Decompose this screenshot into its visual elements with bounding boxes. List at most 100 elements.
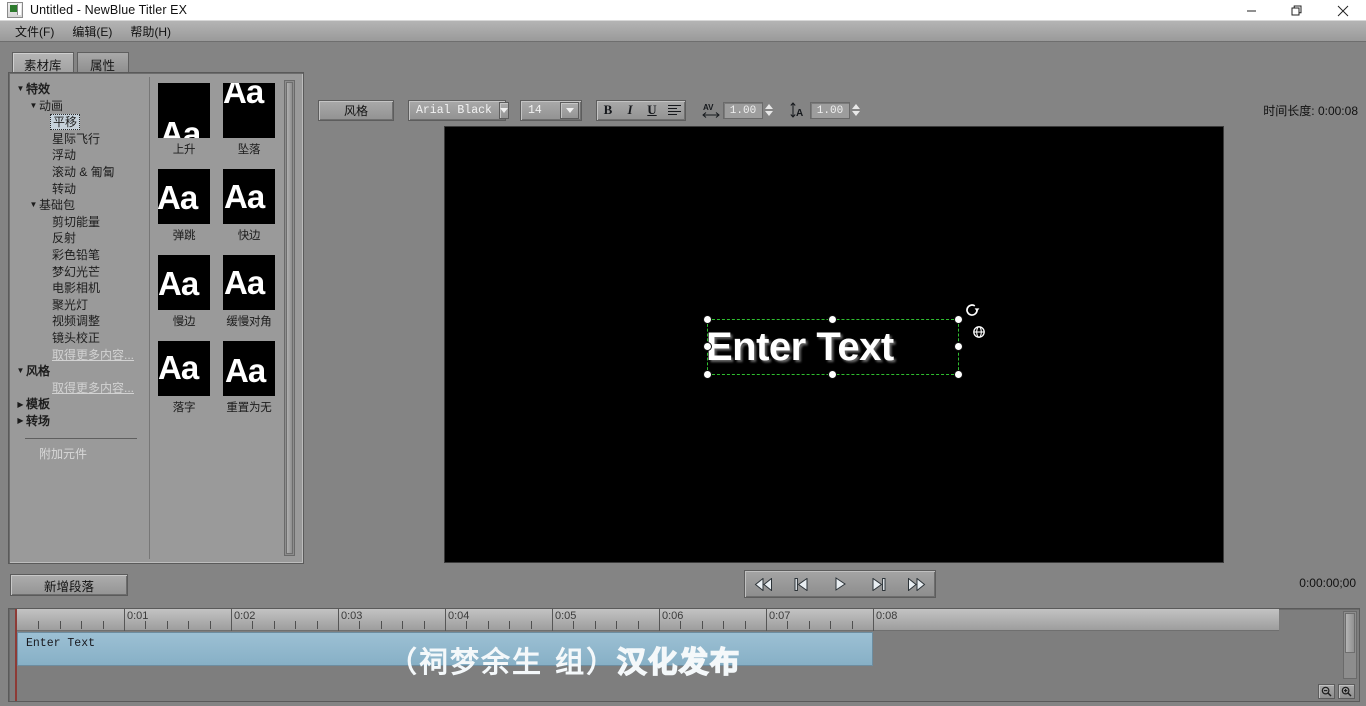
- thumbnail-preview[interactable]: Aa: [223, 255, 275, 310]
- tree-item-12[interactable]: 电影相机: [9, 280, 149, 297]
- resize-handle-bottom-left[interactable]: [703, 370, 712, 379]
- timeline-scrollbar-thumb[interactable]: [1345, 613, 1355, 653]
- italic-button[interactable]: I: [619, 101, 641, 120]
- menu-file[interactable]: 文件(F): [6, 21, 63, 42]
- thumbnail-item[interactable]: Aa 缓慢对角: [223, 255, 288, 329]
- tree-item-6[interactable]: 转动: [9, 181, 149, 198]
- tree-item-0[interactable]: ▼ 特效: [9, 81, 149, 98]
- tree-item-7[interactable]: ▼ 基础包: [9, 197, 149, 214]
- chevron-down-icon[interactable]: [498, 101, 509, 119]
- tree-item-addons[interactable]: 附加元件: [9, 446, 149, 463]
- resize-handle-top-left[interactable]: [703, 315, 712, 324]
- zoom-in-button[interactable]: [1338, 684, 1355, 699]
- play-button[interactable]: [825, 573, 855, 595]
- chevron-down-icon[interactable]: ▼: [15, 85, 26, 93]
- align-button[interactable]: [663, 101, 685, 120]
- resize-handle-top-right[interactable]: [954, 315, 963, 324]
- menu-edit[interactable]: 编辑(E): [63, 21, 121, 42]
- restore-button[interactable]: [1274, 0, 1320, 21]
- tree-item-4[interactable]: 浮动: [9, 147, 149, 164]
- tracking-spinner[interactable]: AV 1.00: [702, 101, 773, 120]
- skip-to-end-button[interactable]: [901, 573, 931, 595]
- align-icon: [667, 104, 681, 116]
- tree-item-11[interactable]: 梦幻光芒: [9, 264, 149, 281]
- thumbnail-item[interactable]: Aa 坠落: [223, 83, 288, 157]
- thumbnail-item[interactable]: Aa 快边: [223, 169, 288, 243]
- resize-handle-top-center[interactable]: [828, 315, 837, 324]
- tab-library[interactable]: 素材库: [12, 52, 74, 73]
- chevron-down-icon[interactable]: ▼: [28, 101, 39, 110]
- thumbnail-item[interactable]: Aa 上升: [158, 83, 223, 157]
- chevron-down-icon[interactable]: ▼: [28, 201, 39, 209]
- resize-handle-middle-right[interactable]: [954, 342, 963, 351]
- close-button[interactable]: [1320, 0, 1366, 21]
- leading-value[interactable]: 1.00: [810, 101, 850, 119]
- preview-text[interactable]: Enter Text: [706, 327, 894, 367]
- thumbnail-preview[interactable]: Aa: [223, 169, 275, 224]
- thumbnail-item[interactable]: Aa 慢边: [158, 255, 223, 329]
- tree-item-13[interactable]: 聚光灯: [9, 297, 149, 314]
- effects-tree[interactable]: ▼ 特效 ▼ 动画 平移 星际飞行 浮动 滚动 & 匍匐 转动 ▼ 基础包 剪切能量 反射 彩色铅笔 梦幻光…: [9, 73, 149, 563]
- watermark: （祠梦余生 组）汉化发布: [388, 647, 741, 678]
- tree-item-18[interactable]: 取得更多内容...: [9, 380, 149, 397]
- add-paragraph-button[interactable]: 新增段落: [10, 574, 128, 596]
- ruler-minor-tick: [381, 621, 382, 629]
- thumbnail-preview[interactable]: Aa: [158, 341, 210, 396]
- tree-item-8[interactable]: 剪切能量: [9, 214, 149, 231]
- skip-to-start-button[interactable]: [749, 573, 779, 595]
- chevron-right-icon[interactable]: ▶: [15, 400, 26, 409]
- thumbnail-sample-text: Aa: [158, 265, 199, 302]
- tree-item-15[interactable]: 镜头校正: [9, 330, 149, 347]
- tree-item-20[interactable]: ▶ 转场: [9, 413, 149, 430]
- minimize-button[interactable]: [1228, 0, 1274, 21]
- thumbnail-preview[interactable]: Aa: [223, 83, 275, 138]
- font-family-combo[interactable]: Arial Black: [408, 99, 509, 121]
- text-selection-box[interactable]: Enter Text: [703, 304, 985, 379]
- chevron-right-icon[interactable]: ▶: [15, 417, 26, 425]
- transport-controls: [744, 570, 936, 598]
- thumbnail-preview[interactable]: Aa: [223, 341, 275, 396]
- chevron-down-icon[interactable]: ▼: [15, 367, 26, 375]
- resize-handle-bottom-right[interactable]: [954, 370, 963, 379]
- library-tabs: 素材库 属性: [8, 52, 304, 73]
- timeline-scrollbar[interactable]: [1343, 611, 1357, 679]
- thumbnail-item[interactable]: Aa 弹跳: [158, 169, 223, 243]
- underline-button[interactable]: U: [641, 101, 663, 120]
- thumbnail-preview[interactable]: Aa: [158, 169, 210, 224]
- thumbnail-item[interactable]: Aa 重置为无: [223, 341, 288, 415]
- tracking-stepper[interactable]: [765, 104, 773, 116]
- rotate-icon[interactable]: [964, 302, 980, 318]
- thumbnail-preview[interactable]: Aa: [158, 83, 210, 138]
- thumbnail-item[interactable]: Aa 落字: [158, 341, 223, 415]
- chevron-down-icon[interactable]: [560, 101, 579, 119]
- tree-item-19[interactable]: ▶ 模板: [9, 396, 149, 413]
- tree-item-1[interactable]: ▼ 动画: [9, 98, 149, 115]
- bold-button[interactable]: B: [597, 101, 619, 120]
- thumbnail-scrollbar[interactable]: [284, 80, 295, 556]
- tree-item-2[interactable]: 平移: [9, 114, 149, 131]
- tab-properties[interactable]: 属性: [76, 52, 129, 73]
- resize-handle-middle-left[interactable]: [703, 342, 712, 351]
- tree-item-16[interactable]: 取得更多内容...: [9, 347, 149, 364]
- tree-item-9[interactable]: 反射: [9, 230, 149, 247]
- zoom-out-button[interactable]: [1318, 684, 1335, 699]
- font-size-combo[interactable]: 14: [520, 99, 582, 121]
- menu-help[interactable]: 帮助(H): [121, 21, 180, 42]
- tree-item-5[interactable]: 滚动 & 匍匐: [9, 164, 149, 181]
- previous-frame-button[interactable]: [787, 573, 817, 595]
- tracking-value[interactable]: 1.00: [723, 101, 763, 119]
- style-button[interactable]: 风格: [318, 99, 394, 121]
- tree-item-3[interactable]: 星际飞行: [9, 131, 149, 148]
- tree-item-14[interactable]: 视频调整: [9, 313, 149, 330]
- thumbnail-preview[interactable]: Aa: [158, 255, 210, 310]
- preview-canvas[interactable]: Enter Text: [444, 126, 1224, 563]
- next-frame-button[interactable]: [863, 573, 893, 595]
- tree-item-10[interactable]: 彩色铅笔: [9, 247, 149, 264]
- leading-spinner[interactable]: A 1.00: [789, 101, 860, 120]
- thumbnail-scrollbar-thumb[interactable]: [286, 82, 293, 554]
- tree-item-17[interactable]: ▼ 风格: [9, 363, 149, 380]
- timeline-ruler[interactable]: 0:01 0:02 0:03 0:04 0:05 0:06 0:07 0:08: [17, 609, 1279, 631]
- leading-stepper[interactable]: [852, 104, 860, 116]
- resize-handle-bottom-center[interactable]: [828, 370, 837, 379]
- globe-rotate-icon[interactable]: [972, 325, 986, 339]
